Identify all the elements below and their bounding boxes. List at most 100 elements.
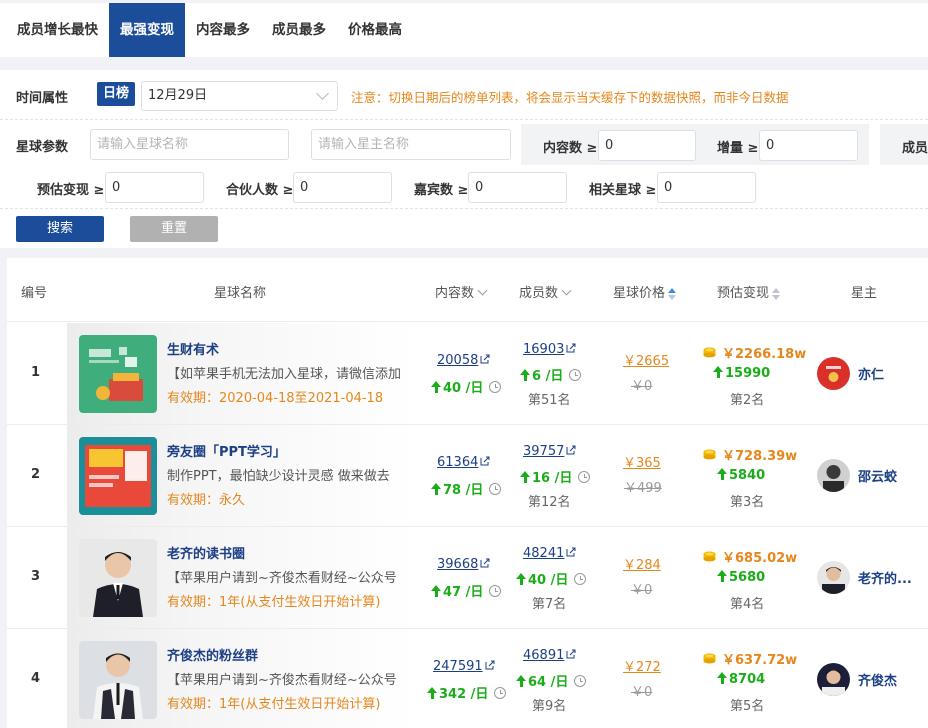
tab-fastest-growth[interactable]: 成员增长最快	[6, 3, 109, 57]
members-count-link[interactable]: 39757	[523, 444, 576, 459]
reset-button[interactable]: 重置	[130, 216, 218, 242]
clock-icon	[489, 483, 502, 495]
day-rank-badge[interactable]: 日榜	[97, 82, 135, 106]
external-link-icon	[485, 660, 495, 670]
date-select[interactable]: 12月29日	[141, 81, 338, 111]
row-number: 2	[31, 467, 41, 482]
up-arrow-icon	[520, 471, 530, 483]
tab-strongest-monetization[interactable]: 最强变现	[109, 3, 185, 57]
planet-name[interactable]: 生财有术	[167, 339, 219, 358]
guest-input[interactable]	[468, 172, 567, 203]
increase-input[interactable]	[759, 130, 858, 161]
content-count-link[interactable]: 20058	[437, 353, 490, 368]
table-header: 编号 星球名称 内容数 成员数 星球价格 预估变现 星主	[7, 258, 928, 322]
sort-icon	[668, 287, 677, 300]
content-count-link[interactable]: 39668	[437, 557, 490, 572]
tab-highest-price[interactable]: 价格最高	[337, 3, 413, 57]
related-label: 相关星球 ≥	[589, 183, 657, 198]
planet-thumbnail[interactable]	[79, 641, 157, 719]
table-row[interactable]: 2 旁友圈「PPT学习」 制作PPT，最怕缺少设计灵感 做来做去 有效期：永久 …	[7, 425, 928, 527]
price-link[interactable]: ￥272	[623, 656, 661, 675]
content-count-link[interactable]: 247591	[433, 659, 495, 674]
members-count-link[interactable]: 48241	[523, 546, 576, 561]
planet-name[interactable]: 旁友圈「PPT学习」	[167, 441, 286, 460]
up-arrow-icon	[717, 672, 727, 684]
price-link[interactable]: ￥2665	[623, 350, 669, 369]
content-growth: 342 /日	[427, 683, 507, 702]
planet-thumbnail[interactable]	[79, 437, 157, 515]
old-price: ￥0	[631, 379, 653, 394]
content-growth: 47 /日	[431, 581, 502, 600]
external-link-icon	[566, 343, 576, 353]
up-arrow-icon	[431, 585, 441, 597]
avatar[interactable]	[817, 663, 850, 696]
clock-icon	[574, 573, 587, 585]
owner-name[interactable]: 齐俊杰	[858, 670, 897, 689]
owner-name[interactable]: 老齐的...	[858, 568, 912, 587]
header-estimate[interactable]: 预估变现	[717, 282, 781, 301]
planet-name-input[interactable]	[90, 129, 289, 160]
tab-most-content[interactable]: 内容最多	[185, 3, 261, 57]
validity: 有效期：2020-04-18至2021-04-18	[167, 391, 384, 406]
content-count-input[interactable]	[598, 130, 696, 161]
header-price[interactable]: 星球价格	[613, 282, 677, 301]
up-arrow-icon	[717, 570, 727, 582]
planet-thumbnail[interactable]	[79, 335, 157, 413]
header-no: 编号	[21, 286, 48, 301]
members-growth: 6 /日	[520, 365, 582, 384]
owner-name[interactable]: 邵云蛟	[858, 466, 897, 485]
members-growth: 16 /日	[520, 467, 591, 486]
avatar[interactable]	[817, 357, 850, 390]
planet-thumbnail[interactable]	[79, 539, 157, 617]
up-arrow-icon	[717, 468, 727, 480]
estimate-label: 预估变现 ≥	[37, 183, 105, 198]
owner-name[interactable]: 亦仁	[858, 364, 884, 383]
owner-name-input[interactable]	[311, 129, 511, 160]
external-link-icon	[566, 649, 576, 659]
header-members[interactable]: 成员数	[519, 282, 572, 301]
estimate-value: ￥2266.18w	[703, 343, 806, 362]
table-row[interactable]: 4 齐俊杰的粉丝群 【苹果用户请到~齐俊杰看财经~公众号 有效期：1年(从支付生…	[7, 629, 928, 728]
members-rank: 第7名	[532, 597, 567, 612]
validity: 有效期：1年(从支付生效日开始计算)	[167, 697, 381, 712]
related-input[interactable]	[657, 172, 756, 203]
notice-text: 注意：切换日期后的榜单列表，将会显示当天缓存下的数据快照，而非今日数据	[351, 90, 789, 105]
content-count-label: 内容数 ≥	[543, 141, 598, 156]
partner-input[interactable]	[293, 172, 392, 203]
content-growth: 40 /日	[431, 377, 502, 396]
content-count-link[interactable]: 61364	[437, 455, 490, 470]
coin-stack-icon	[703, 449, 716, 460]
planet-description: 制作PPT，最怕缺少设计灵感 做来做去	[167, 469, 390, 484]
members-count-link[interactable]: 46891	[523, 648, 576, 663]
estimate-value: ￥728.39w	[703, 445, 797, 464]
estimate-input[interactable]	[105, 172, 204, 203]
external-link-icon	[480, 456, 490, 466]
tab-most-members[interactable]: 成员最多	[261, 3, 337, 57]
price-link[interactable]: ￥365	[623, 452, 661, 471]
avatar[interactable]	[817, 561, 850, 594]
price-link[interactable]: ￥284	[623, 554, 661, 573]
table-row[interactable]: 1 生财有术 【如苹果手机无法加入星球，请微信添加 有效期：2020-04-18…	[7, 323, 928, 425]
table-row[interactable]: 3 老齐的读书圈 【苹果用户请到~齐俊杰看财经~公众号 有效期：1年(从支付生效…	[7, 527, 928, 629]
header-content[interactable]: 内容数	[435, 282, 488, 301]
members-rank: 第51名	[528, 393, 571, 408]
time-label: 时间属性	[16, 91, 69, 106]
time-row: 时间属性 日榜 12月29日 注意：切换日期后的榜单列表，将会显示当天缓存下的数…	[0, 70, 928, 120]
members-count-link[interactable]: 16903	[523, 342, 576, 357]
members-growth: 64 /日	[516, 671, 587, 690]
avatar[interactable]	[817, 459, 850, 492]
members-rank: 第9名	[532, 699, 567, 714]
planet-name[interactable]: 齐俊杰的粉丝群	[167, 645, 258, 664]
planet-name[interactable]: 老齐的读书圈	[167, 543, 245, 562]
estimate-value: ￥637.72w	[703, 649, 797, 668]
estimate-rank: 第2名	[730, 393, 765, 408]
coin-stack-icon	[703, 347, 716, 358]
header-name: 星球名称	[214, 286, 267, 301]
up-arrow-icon	[516, 675, 526, 687]
row-number: 1	[31, 365, 41, 380]
row-number: 3	[31, 569, 41, 584]
search-button[interactable]: 搜索	[16, 216, 104, 242]
estimate-rank: 第3名	[730, 495, 765, 510]
members-growth: 40 /日	[516, 569, 587, 588]
clock-icon	[578, 471, 591, 483]
